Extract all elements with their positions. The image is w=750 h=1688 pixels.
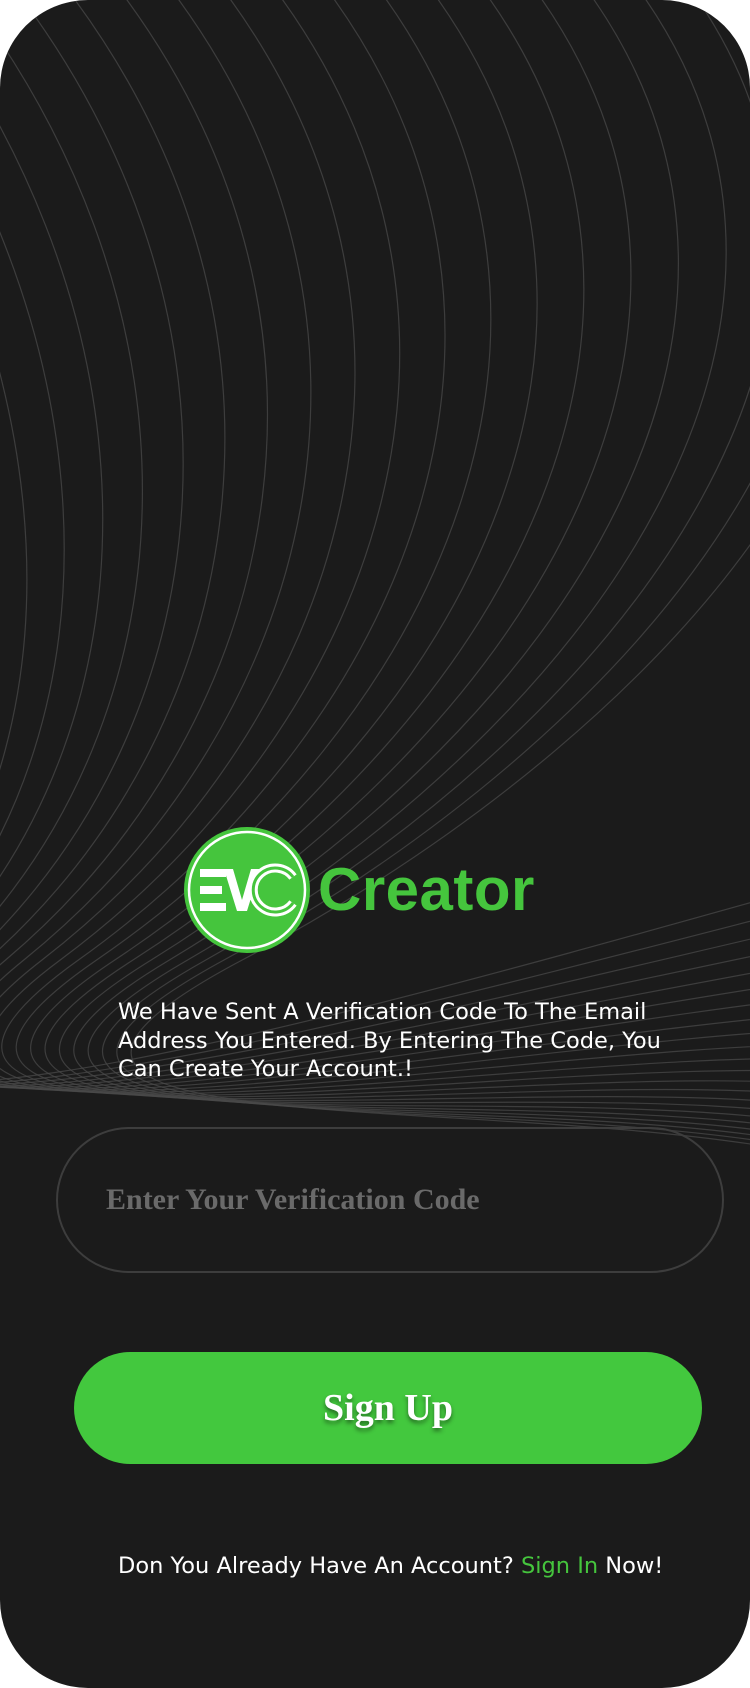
verification-message: We Have Sent A Verification Code To The … bbox=[118, 999, 661, 1082]
signin-prompt-text: Don You Already Have An Account? bbox=[118, 1553, 514, 1579]
background-wave-line bbox=[73, 0, 750, 1124]
evc-logo-badge-icon bbox=[184, 827, 310, 953]
sign-up-button-label: Sign Up bbox=[323, 1387, 453, 1429]
verification-code-field[interactable] bbox=[56, 1127, 724, 1273]
logo-wordmark: Creator bbox=[318, 856, 535, 923]
signup-verification-screen: Creator We Have Sent A Verification Code… bbox=[0, 0, 750, 1688]
app-logo: Creator bbox=[184, 826, 535, 954]
sign-up-button[interactable]: Sign Up bbox=[74, 1352, 702, 1464]
verification-code-input[interactable] bbox=[106, 1129, 666, 1271]
background-wave-line bbox=[58, 0, 750, 1117]
signin-prompt: Don You Already Have An Account? Sign In… bbox=[118, 1553, 738, 1579]
sign-in-link[interactable]: Sign In bbox=[521, 1553, 598, 1579]
signin-prompt-suffix: Now! bbox=[605, 1553, 664, 1579]
